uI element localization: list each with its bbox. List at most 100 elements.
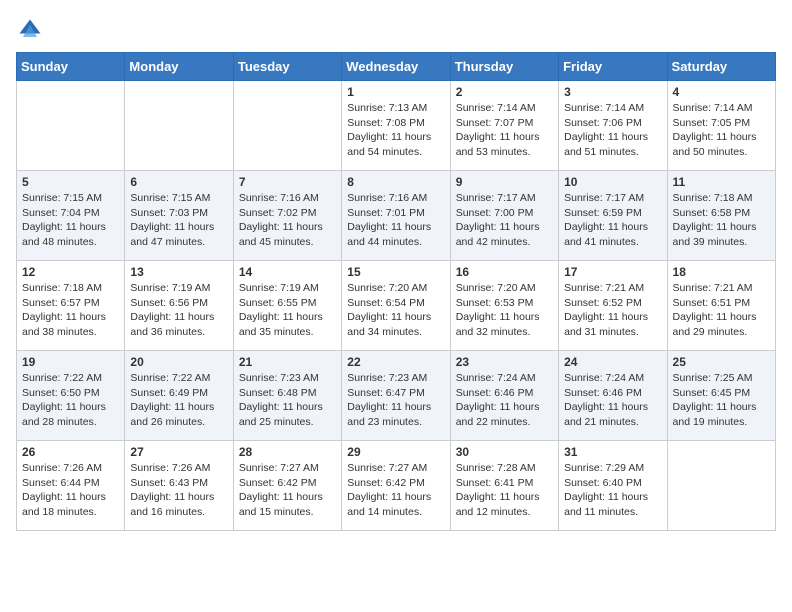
weekday-header-friday: Friday [559, 53, 667, 81]
day-number-5: 5 [22, 175, 119, 189]
day-info-30: Sunrise: 7:28 AMSunset: 6:41 PMDaylight:… [456, 461, 553, 520]
day-info-13: Sunrise: 7:19 AMSunset: 6:56 PMDaylight:… [130, 281, 227, 340]
day-cell-24: 24 Sunrise: 7:24 AMSunset: 6:46 PMDayligh… [559, 351, 667, 441]
day-info-14: Sunrise: 7:19 AMSunset: 6:55 PMDaylight:… [239, 281, 336, 340]
day-cell-29: 29 Sunrise: 7:27 AMSunset: 6:42 PMDayligh… [342, 441, 450, 531]
day-info-22: Sunrise: 7:23 AMSunset: 6:47 PMDaylight:… [347, 371, 444, 430]
day-cell-10: 10Sunrise: 7:17 AMSunset: 6:59 PMDayligh… [559, 171, 667, 261]
day-cell-5: 5 Sunrise: 7:15 AMSunset: 7:04 PMDaylight… [17, 171, 125, 261]
week-row-3: 12Sunrise: 7:18 AMSunset: 6:57 PMDayligh… [17, 261, 776, 351]
day-cell-30: 30 Sunrise: 7:28 AMSunset: 6:41 PMDayligh… [450, 441, 558, 531]
day-info-6: Sunrise: 7:15 AMSunset: 7:03 PMDaylight:… [130, 191, 227, 250]
day-info-5: Sunrise: 7:15 AMSunset: 7:04 PMDaylight:… [22, 191, 119, 250]
day-info-3: Sunrise: 7:14 AMSunset: 7:06 PMDaylight:… [564, 101, 661, 160]
day-number-24: 24 [564, 355, 661, 369]
weekday-header-thursday: Thursday [450, 53, 558, 81]
week-row-5: 26 Sunrise: 7:26 AMSunset: 6:44 PMDayligh… [17, 441, 776, 531]
day-number-7: 7 [239, 175, 336, 189]
day-number-14: 14 [239, 265, 336, 279]
day-info-11: Sunrise: 7:18 AMSunset: 6:58 PMDaylight:… [673, 191, 770, 250]
day-number-19: 19 [22, 355, 119, 369]
day-cell-27: 27Sunrise: 7:26 AMSunset: 6:43 PMDayligh… [125, 441, 233, 531]
calendar-table: SundayMondayTuesdayWednesdayThursdayFrid… [16, 52, 776, 531]
week-row-1: 1 Sunrise: 7:13 AMSunset: 7:08 PMDaylight… [17, 81, 776, 171]
day-cell-9: 9Sunrise: 7:17 AMSunset: 7:00 PMDaylight… [450, 171, 558, 261]
day-info-2: Sunrise: 7:14 AMSunset: 7:07 PMDaylight:… [456, 101, 553, 160]
day-number-22: 22 [347, 355, 444, 369]
day-number-30: 30 [456, 445, 553, 459]
day-number-6: 6 [130, 175, 227, 189]
day-cell-8: 8 Sunrise: 7:16 AMSunset: 7:01 PMDaylight… [342, 171, 450, 261]
day-number-26: 26 [22, 445, 119, 459]
empty-cell-0-2 [233, 81, 341, 171]
empty-cell-0-0 [17, 81, 125, 171]
day-info-8: Sunrise: 7:16 AMSunset: 7:01 PMDaylight:… [347, 191, 444, 250]
weekday-header-saturday: Saturday [667, 53, 775, 81]
day-number-4: 4 [673, 85, 770, 99]
day-info-25: Sunrise: 7:25 AMSunset: 6:45 PMDaylight:… [673, 371, 770, 430]
day-number-21: 21 [239, 355, 336, 369]
day-info-31: Sunrise: 7:29 AMSunset: 6:40 PMDaylight:… [564, 461, 661, 520]
day-info-29: Sunrise: 7:27 AMSunset: 6:42 PMDaylight:… [347, 461, 444, 520]
day-info-17: Sunrise: 7:21 AMSunset: 6:52 PMDaylight:… [564, 281, 661, 340]
day-info-23: Sunrise: 7:24 AMSunset: 6:46 PMDaylight:… [456, 371, 553, 430]
day-cell-20: 20 Sunrise: 7:22 AMSunset: 6:49 PMDayligh… [125, 351, 233, 441]
day-cell-11: 11 Sunrise: 7:18 AMSunset: 6:58 PMDayligh… [667, 171, 775, 261]
day-number-20: 20 [130, 355, 227, 369]
weekday-header-tuesday: Tuesday [233, 53, 341, 81]
day-info-21: Sunrise: 7:23 AMSunset: 6:48 PMDaylight:… [239, 371, 336, 430]
day-info-19: Sunrise: 7:22 AMSunset: 6:50 PMDaylight:… [22, 371, 119, 430]
day-info-28: Sunrise: 7:27 AMSunset: 6:42 PMDaylight:… [239, 461, 336, 520]
day-info-18: Sunrise: 7:21 AMSunset: 6:51 PMDaylight:… [673, 281, 770, 340]
day-cell-1: 1 Sunrise: 7:13 AMSunset: 7:08 PMDaylight… [342, 81, 450, 171]
weekday-header-sunday: Sunday [17, 53, 125, 81]
day-number-25: 25 [673, 355, 770, 369]
week-row-4: 19 Sunrise: 7:22 AMSunset: 6:50 PMDayligh… [17, 351, 776, 441]
day-number-1: 1 [347, 85, 444, 99]
day-number-23: 23 [456, 355, 553, 369]
day-number-28: 28 [239, 445, 336, 459]
day-cell-28: 28 Sunrise: 7:27 AMSunset: 6:42 PMDayligh… [233, 441, 341, 531]
day-cell-15: 15Sunrise: 7:20 AMSunset: 6:54 PMDayligh… [342, 261, 450, 351]
day-cell-22: 22 Sunrise: 7:23 AMSunset: 6:47 PMDayligh… [342, 351, 450, 441]
day-info-10: Sunrise: 7:17 AMSunset: 6:59 PMDaylight:… [564, 191, 661, 250]
day-number-29: 29 [347, 445, 444, 459]
day-info-27: Sunrise: 7:26 AMSunset: 6:43 PMDaylight:… [130, 461, 227, 520]
day-cell-18: 18 Sunrise: 7:21 AMSunset: 6:51 PMDayligh… [667, 261, 775, 351]
day-number-8: 8 [347, 175, 444, 189]
page-header [16, 16, 776, 44]
week-row-2: 5 Sunrise: 7:15 AMSunset: 7:04 PMDaylight… [17, 171, 776, 261]
day-info-16: Sunrise: 7:20 AMSunset: 6:53 PMDaylight:… [456, 281, 553, 340]
weekday-header-monday: Monday [125, 53, 233, 81]
day-cell-13: 13 Sunrise: 7:19 AMSunset: 6:56 PMDayligh… [125, 261, 233, 351]
empty-cell-4-6 [667, 441, 775, 531]
day-cell-26: 26 Sunrise: 7:26 AMSunset: 6:44 PMDayligh… [17, 441, 125, 531]
day-cell-19: 19 Sunrise: 7:22 AMSunset: 6:50 PMDayligh… [17, 351, 125, 441]
day-info-26: Sunrise: 7:26 AMSunset: 6:44 PMDaylight:… [22, 461, 119, 520]
day-cell-25: 25 Sunrise: 7:25 AMSunset: 6:45 PMDayligh… [667, 351, 775, 441]
day-number-13: 13 [130, 265, 227, 279]
day-info-24: Sunrise: 7:24 AMSunset: 6:46 PMDaylight:… [564, 371, 661, 430]
day-number-17: 17 [564, 265, 661, 279]
day-cell-7: 7 Sunrise: 7:16 AMSunset: 7:02 PMDaylight… [233, 171, 341, 261]
day-cell-17: 17 Sunrise: 7:21 AMSunset: 6:52 PMDayligh… [559, 261, 667, 351]
day-number-12: 12 [22, 265, 119, 279]
day-info-7: Sunrise: 7:16 AMSunset: 7:02 PMDaylight:… [239, 191, 336, 250]
day-cell-6: 6 Sunrise: 7:15 AMSunset: 7:03 PMDaylight… [125, 171, 233, 261]
day-cell-14: 14 Sunrise: 7:19 AMSunset: 6:55 PMDayligh… [233, 261, 341, 351]
day-info-1: Sunrise: 7:13 AMSunset: 7:08 PMDaylight:… [347, 101, 444, 160]
day-cell-21: 21 Sunrise: 7:23 AMSunset: 6:48 PMDayligh… [233, 351, 341, 441]
day-info-20: Sunrise: 7:22 AMSunset: 6:49 PMDaylight:… [130, 371, 227, 430]
day-info-4: Sunrise: 7:14 AMSunset: 7:05 PMDaylight:… [673, 101, 770, 160]
day-cell-16: 16Sunrise: 7:20 AMSunset: 6:53 PMDayligh… [450, 261, 558, 351]
day-number-18: 18 [673, 265, 770, 279]
logo-icon [16, 16, 44, 44]
day-cell-2: 2 Sunrise: 7:14 AMSunset: 7:07 PMDaylight… [450, 81, 558, 171]
day-number-2: 2 [456, 85, 553, 99]
day-number-11: 11 [673, 175, 770, 189]
day-number-15: 15 [347, 265, 444, 279]
day-cell-31: 31 Sunrise: 7:29 AMSunset: 6:40 PMDayligh… [559, 441, 667, 531]
day-cell-12: 12Sunrise: 7:18 AMSunset: 6:57 PMDayligh… [17, 261, 125, 351]
weekday-header-wednesday: Wednesday [342, 53, 450, 81]
day-number-31: 31 [564, 445, 661, 459]
